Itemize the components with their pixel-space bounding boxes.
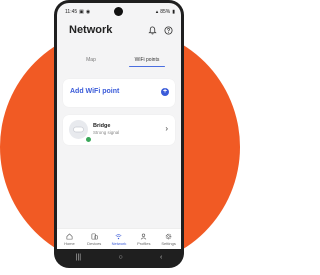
- nav-devices[interactable]: Devices: [82, 229, 107, 249]
- bell-icon[interactable]: [148, 25, 157, 35]
- plus-icon[interactable]: +: [161, 88, 169, 96]
- nav-network[interactable]: Network: [107, 229, 132, 249]
- help-icon[interactable]: [164, 25, 173, 35]
- battery-icon: ▮: [172, 8, 175, 15]
- chevron-right-icon[interactable]: ›: [165, 124, 168, 133]
- nav-settings-label: Settings: [161, 240, 176, 246]
- nav-profiles[interactable]: Profiles: [131, 229, 156, 249]
- tab-wifi-points[interactable]: WiFi points: [119, 55, 175, 67]
- battery-percentage: 85%: [160, 9, 171, 15]
- nav-settings[interactable]: Settings: [156, 229, 181, 249]
- wifi-icon: [115, 233, 122, 239]
- nav-devices-label: Devices: [87, 240, 102, 246]
- tab-map[interactable]: Map: [63, 55, 119, 67]
- wifi-point-row-bridge[interactable]: Bridge Strong signal ›: [63, 115, 175, 145]
- router-icon: [73, 126, 84, 133]
- gear-icon: [165, 233, 172, 239]
- add-wifi-point-card[interactable]: Add WiFi point +: [63, 79, 175, 107]
- nav-home[interactable]: Home: [57, 229, 82, 249]
- home-button-icon[interactable]: ○: [118, 254, 122, 261]
- status-dot: [85, 136, 92, 143]
- nav-home-label: Home: [64, 240, 75, 246]
- home-icon: [66, 232, 73, 239]
- bottom-nav: Home Devices Network Profiles Settings: [57, 228, 181, 249]
- notification-icon: ▣: [79, 8, 84, 15]
- devices-icon: [91, 233, 98, 239]
- page-title: Network: [69, 24, 113, 36]
- back-icon[interactable]: ‹: [160, 254, 162, 261]
- signal-icon: ▴: [155, 8, 159, 15]
- device-name: Bridge: [93, 123, 111, 129]
- device-signal-status: Strong signal: [93, 130, 120, 135]
- header: Network: [69, 21, 173, 39]
- profiles-icon: [141, 233, 147, 240]
- add-wifi-point-label: Add WiFi point: [70, 88, 120, 95]
- app-screen: 11:45 ▣ ◉ ▴ 85% ▮ Network Map WiFi point…: [57, 3, 181, 249]
- sync-icon: ◉: [85, 8, 91, 15]
- status-bar: 11:45 ▣ ◉ ▴ 85% ▮: [65, 8, 175, 16]
- nav-profiles-label: Profiles: [137, 240, 151, 246]
- phone-frame: 11:45 ▣ ◉ ▴ 85% ▮ Network Map WiFi point…: [54, 0, 184, 268]
- status-time: 11:45: [65, 9, 78, 15]
- recent-apps-icon[interactable]: |||: [76, 254, 81, 261]
- device-avatar: [69, 120, 92, 143]
- tab-bar: Map WiFi points: [63, 55, 175, 67]
- nav-network-label: Network: [111, 240, 127, 246]
- system-nav-bar: ||| ○ ‹: [57, 251, 181, 263]
